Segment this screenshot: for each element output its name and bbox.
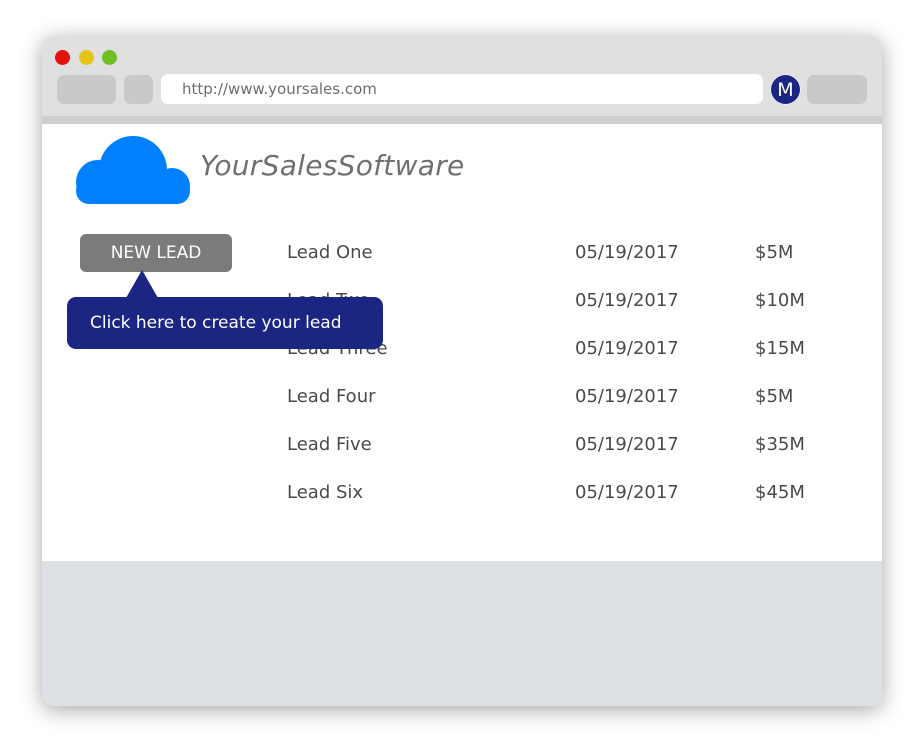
close-window-button[interactable] [55, 50, 70, 65]
table-row[interactable]: Lead Four 05/19/2017 $5M [42, 386, 882, 416]
minimize-window-button[interactable] [79, 50, 94, 65]
browser-toolbar: http://www.yoursales.com M [42, 36, 882, 116]
lead-date: 05/19/2017 [575, 482, 679, 503]
lead-amount: $45M [755, 482, 805, 503]
toolbar-divider [42, 116, 882, 124]
lead-amount: $5M [755, 242, 794, 263]
lead-amount: $15M [755, 338, 805, 359]
maximize-window-button[interactable] [102, 50, 117, 65]
lead-date: 05/19/2017 [575, 242, 679, 263]
browser-window: http://www.yoursales.com M YourSalesSoft… [42, 36, 882, 706]
lead-amount: $35M [755, 434, 805, 455]
lead-date: 05/19/2017 [575, 290, 679, 311]
table-row[interactable]: Lead Six 05/19/2017 $45M [42, 482, 882, 512]
profile-avatar[interactable]: M [770, 74, 801, 105]
address-bar[interactable]: http://www.yoursales.com [161, 74, 763, 104]
browser-menu-button[interactable] [807, 75, 867, 104]
forward-button[interactable] [124, 75, 153, 104]
lead-name: Lead Five [287, 434, 372, 455]
onboarding-tooltip: Click here to create your lead [67, 297, 383, 349]
lead-date: 05/19/2017 [575, 338, 679, 359]
lead-date: 05/19/2017 [575, 386, 679, 407]
cloud-icon [76, 136, 190, 204]
cloud-shape [76, 136, 190, 204]
tooltip-arrow [126, 270, 158, 298]
lead-amount: $10M [755, 290, 805, 311]
lead-name: Lead Four [287, 386, 376, 407]
lead-name: Lead Six [287, 482, 364, 503]
lead-date: 05/19/2017 [575, 434, 679, 455]
table-row[interactable]: Lead Five 05/19/2017 $35M [42, 434, 882, 464]
lead-amount: $5M [755, 386, 794, 407]
table-row[interactable]: Lead One 05/19/2017 $5M [42, 242, 882, 272]
back-button[interactable] [57, 75, 116, 104]
brand-name: YourSalesSoftware [200, 149, 465, 182]
page-footer-area [42, 561, 882, 706]
lead-name: Lead One [287, 242, 373, 263]
